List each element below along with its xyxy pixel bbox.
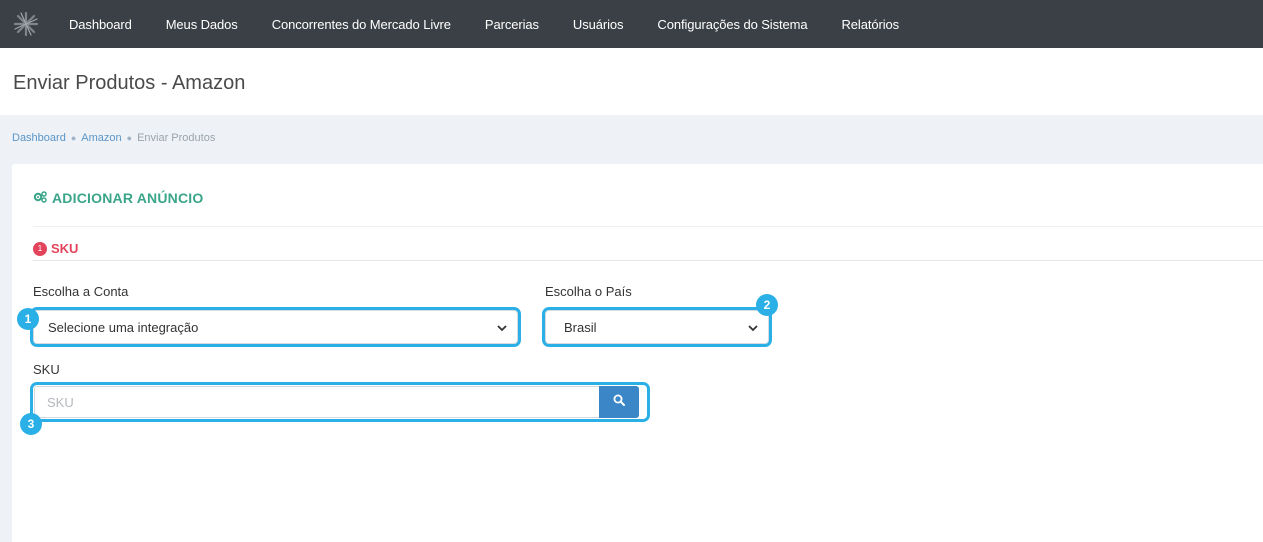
callout-badge: 2 xyxy=(756,294,778,316)
divider xyxy=(33,260,1263,261)
breadcrumb-dashboard[interactable]: Dashboard xyxy=(12,132,66,144)
star-burst-logo-icon[interactable] xyxy=(11,9,41,39)
sku-label: SKU xyxy=(33,362,60,377)
nav-concorrentes[interactable]: Concorrentes do Mercado Livre xyxy=(272,17,451,32)
card-title-text: ADICIONAR ANÚNCIO xyxy=(52,190,204,206)
highlight-box xyxy=(30,307,521,347)
account-label: Escolha a Conta xyxy=(33,284,129,299)
callout-badge: 1 xyxy=(17,308,39,330)
breadcrumb-separator-icon: ● xyxy=(70,133,77,143)
callout-badge: 3 xyxy=(20,413,42,435)
section-number-badge: 1 xyxy=(33,241,47,256)
cogs-icon xyxy=(33,190,47,206)
section-header-sku: 1 SKU xyxy=(33,241,78,256)
nav-meus-dados[interactable]: Meus Dados xyxy=(166,17,238,32)
breadcrumb-amazon[interactable]: Amazon xyxy=(81,132,121,144)
breadcrumb-current: Enviar Produtos xyxy=(137,132,216,144)
nav-configuracoes[interactable]: Configurações do Sistema xyxy=(657,17,807,32)
country-label: Escolha o País xyxy=(545,284,632,299)
divider xyxy=(33,226,1263,227)
breadcrumb: Dashboard ● Amazon ● Enviar Produtos xyxy=(12,132,215,144)
section-label: SKU xyxy=(51,241,79,256)
add-listing-card: ADICIONAR ANÚNCIO 1 SKU xyxy=(12,164,1263,542)
nav-relatorios[interactable]: Relatórios xyxy=(841,17,899,32)
breadcrumb-separator-icon: ● xyxy=(126,133,133,143)
highlight-box xyxy=(542,307,772,347)
page-header: Enviar Produtos - Amazon xyxy=(0,48,1263,115)
nav-parcerias[interactable]: Parcerias xyxy=(485,17,539,32)
highlight-box xyxy=(30,382,650,422)
nav-dashboard[interactable]: Dashboard xyxy=(69,17,132,32)
page-title: Enviar Produtos - Amazon xyxy=(13,72,246,94)
nav-usuarios[interactable]: Usuários xyxy=(573,17,624,32)
top-navbar: Dashboard Meus Dados Concorrentes do Mer… xyxy=(0,0,1263,48)
card-title: ADICIONAR ANÚNCIO xyxy=(33,190,203,206)
